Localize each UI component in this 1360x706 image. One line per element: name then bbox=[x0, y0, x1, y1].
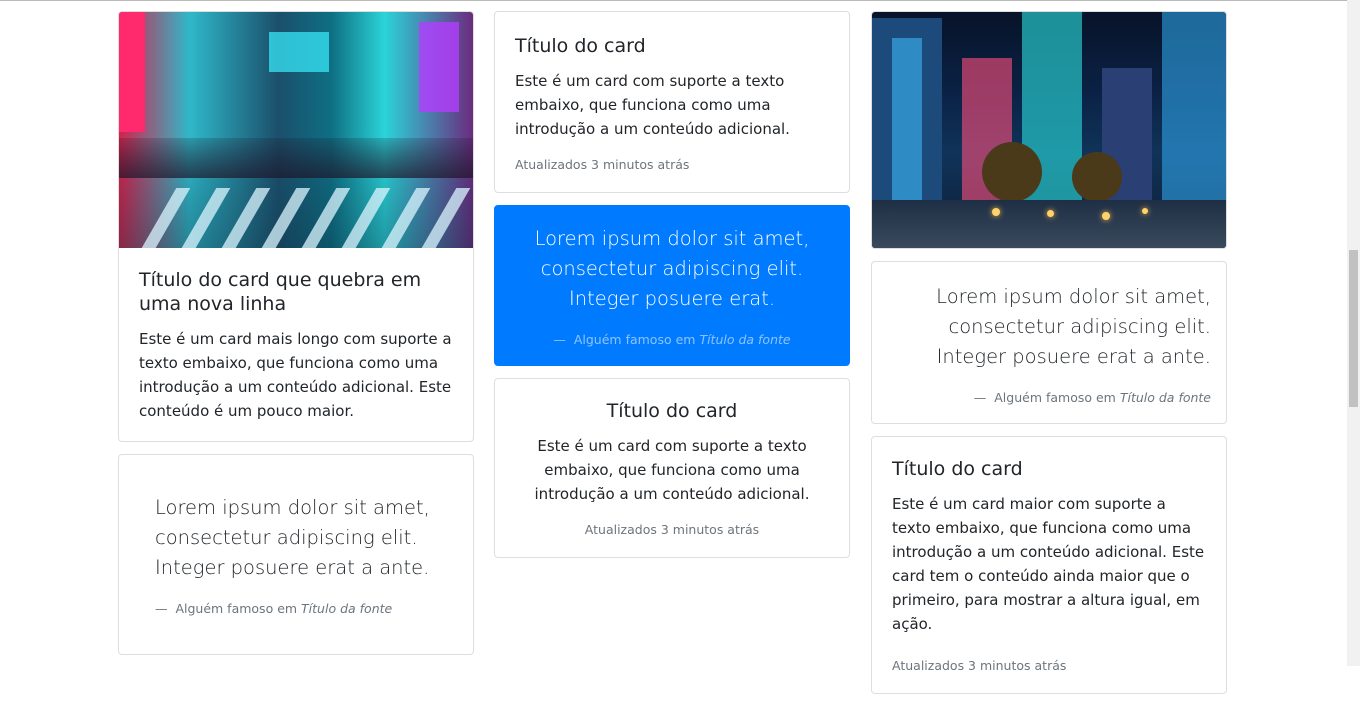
vertical-scrollbar[interactable] bbox=[1347, 0, 1360, 666]
top-border bbox=[0, 0, 1347, 1]
blockquote-text: Lorem ipsum dolor sit amet, consectetur … bbox=[534, 227, 810, 310]
quote-card-primary: Lorem ipsum dolor sit amet, consectetur … bbox=[494, 205, 850, 366]
footer-prefix: Alguém famoso em bbox=[175, 601, 298, 616]
blockquote-footer: — Alguém famoso em Título da fonte bbox=[155, 601, 437, 616]
tree-shape bbox=[1072, 152, 1122, 202]
updated-text: Atualizados 3 minutos atrás bbox=[584, 522, 760, 537]
crosswalk-stripe bbox=[421, 188, 471, 248]
crosswalk-stripe bbox=[341, 188, 391, 248]
neon-sign-shape bbox=[269, 32, 329, 72]
car-light bbox=[992, 208, 1000, 216]
road-shape bbox=[872, 200, 1226, 248]
neon-sign-shape bbox=[419, 22, 459, 112]
image-card bbox=[871, 11, 1227, 249]
footer-source: Título da fonte bbox=[301, 601, 393, 616]
building-shape bbox=[1162, 12, 1226, 208]
card-title: Título do card bbox=[892, 458, 1023, 480]
card-column-3: Lorem ipsum dolor sit amet, consectetur … bbox=[871, 11, 1227, 706]
card-text: Este é um card maior com suporte a texto… bbox=[892, 495, 1205, 633]
footer-prefix: Alguém famoso em bbox=[573, 332, 696, 347]
car-light bbox=[1047, 210, 1054, 217]
updated-text: Atualizados 3 minutos atrás bbox=[515, 157, 690, 172]
crosswalk-stripe bbox=[301, 188, 351, 248]
crosswalk-stripe bbox=[261, 188, 311, 248]
footer-prefix: Alguém famoso em bbox=[994, 390, 1116, 405]
neon-street-image bbox=[119, 12, 473, 248]
quote-card: Lorem ipsum dolor sit amet, consectetur … bbox=[118, 454, 474, 655]
footer-source: Título da fonte bbox=[1119, 390, 1211, 405]
quote-card-right: Lorem ipsum dolor sit amet, consectetur … bbox=[871, 261, 1227, 424]
crosswalk-stripe bbox=[181, 188, 231, 248]
crosswalk-stripe bbox=[141, 188, 191, 248]
car-light bbox=[1142, 208, 1148, 214]
dash-icon: — bbox=[155, 601, 176, 616]
card-text: Este é um card mais longo com suporte a … bbox=[139, 330, 452, 420]
crosswalk-stripe bbox=[381, 188, 431, 248]
crowd-shape bbox=[119, 138, 473, 178]
blockquote-footer: — Alguém famoso em Título da fonte bbox=[887, 390, 1211, 405]
building-shape bbox=[892, 38, 922, 208]
card-text: Este é um card com suporte a texto embai… bbox=[515, 72, 790, 138]
card-title: Título do card bbox=[606, 400, 738, 422]
card-title: Título do card que quebra em uma nova li… bbox=[139, 269, 422, 315]
card: Título do card Este é um card com suport… bbox=[494, 11, 850, 193]
card-column-1: Título do card que quebra em uma nova li… bbox=[118, 11, 474, 667]
neon-sign-shape bbox=[119, 12, 145, 132]
dash-icon: — bbox=[553, 332, 574, 347]
card-text: Este é um card com suporte a texto embai… bbox=[534, 437, 810, 503]
blockquote-footer: — Alguém famoso em Título da fonte bbox=[517, 332, 827, 347]
footer-source: Título da fonte bbox=[699, 332, 791, 347]
card-with-image: Título do card que quebra em uma nova li… bbox=[118, 11, 474, 442]
blockquote-text: Lorem ipsum dolor sit amet, consectetur … bbox=[936, 285, 1211, 368]
scrollbar-thumb[interactable] bbox=[1349, 250, 1358, 407]
night-crossing-image bbox=[872, 12, 1226, 248]
car-light bbox=[1102, 212, 1110, 220]
crosswalk-stripe bbox=[221, 188, 271, 248]
card-long: Título do card Este é um card maior com … bbox=[871, 436, 1227, 694]
card-title: Título do card bbox=[515, 35, 646, 57]
tree-shape bbox=[982, 142, 1042, 202]
dash-icon: — bbox=[973, 390, 995, 405]
card-centered: Título do card Este é um card com suport… bbox=[494, 378, 850, 558]
card-column-2: Título do card Este é um card com suport… bbox=[494, 11, 850, 570]
blockquote-text: Lorem ipsum dolor sit amet, consectetur … bbox=[155, 496, 430, 579]
